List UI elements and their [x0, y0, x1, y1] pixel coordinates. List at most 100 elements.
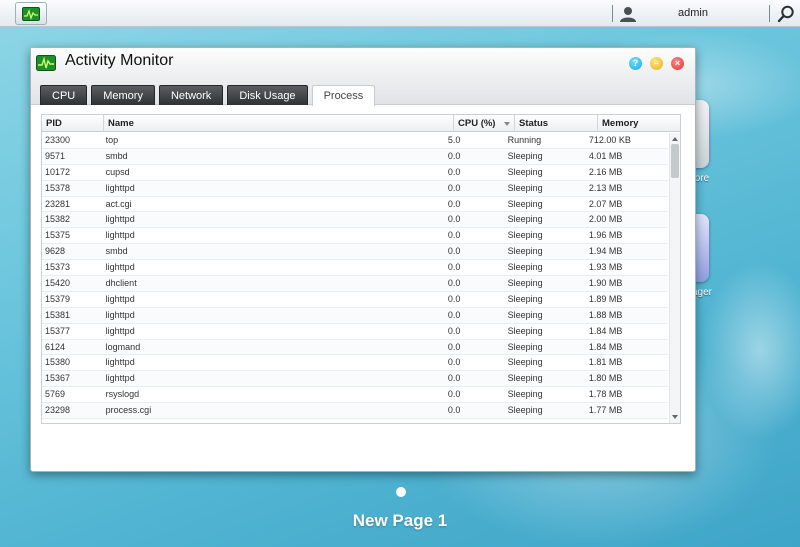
cell-status: Sleeping [507, 389, 543, 400]
help-icon[interactable]: ? [629, 57, 642, 70]
tab-disk-usage[interactable]: Disk Usage [227, 85, 308, 105]
window-title: Activity Monitor [65, 52, 174, 69]
cell-memory: 1.89 MB [588, 293, 623, 304]
cell-pid: 23298 [45, 405, 71, 416]
cell-memory: 2.13 MB [588, 182, 623, 193]
table-row[interactable]: 15381 lighttpd 0.0 Sleeping 1.88 MB [42, 307, 668, 324]
column-header-name[interactable]: Name [104, 115, 454, 132]
cell-pid: 10172 [45, 166, 71, 177]
cell-memory: 4.01 MB [588, 150, 623, 161]
cell-pid: 15381 [45, 309, 71, 320]
table-row[interactable]: 15375 lighttpd 0.0 Sleeping 1.96 MB [42, 228, 668, 245]
activity-monitor-window: Activity Monitor ? – × CPU Memory Networ… [30, 47, 696, 472]
cell-memory: 2.16 MB [588, 166, 623, 177]
cell-status: Sleeping [507, 182, 543, 193]
cell-status: Sleeping [507, 278, 543, 289]
cell-cpu: 0.0 [447, 262, 461, 273]
vertical-scrollbar[interactable] [669, 133, 680, 423]
minimize-icon[interactable]: – [650, 57, 663, 70]
cell-pid: 5769 [45, 389, 66, 400]
close-icon[interactable]: × [671, 57, 684, 70]
cell-cpu: 0.0 [447, 309, 461, 320]
table-row[interactable]: 15420 dhclient 0.0 Sleeping 1.90 MB [42, 276, 668, 292]
cell-name: lighttpd [105, 182, 135, 193]
column-header-pid[interactable]: PID [42, 115, 104, 132]
column-header-memory[interactable]: Memory [598, 115, 680, 132]
cell-status: Sleeping [507, 214, 543, 225]
cell-cpu: 0.0 [447, 246, 461, 257]
desktop-glow [700, 260, 800, 440]
page-label: New Page 1 [352, 511, 448, 530]
table-row[interactable]: 9571 smbd 0.0 Sleeping 4.01 MB [42, 148, 668, 165]
cell-name: rsyslogd [105, 389, 140, 400]
cell-status: Sleeping [507, 150, 543, 161]
scroll-up-icon[interactable] [672, 137, 678, 141]
cell-pid: 6124 [45, 341, 66, 352]
cell-cpu: 0.0 [447, 230, 461, 241]
cell-memory: 2.00 MB [588, 214, 623, 225]
table-row[interactable]: 15373 lighttpd 0.0 Sleeping 1.93 MB [42, 260, 668, 277]
cell-memory: 1.80 MB [588, 373, 623, 384]
cell-pid: 15373 [45, 262, 71, 273]
page-indicator-dot[interactable] [396, 487, 406, 497]
tab-cpu[interactable]: CPU [40, 85, 88, 105]
cell-status: Sleeping [507, 309, 543, 320]
window-header[interactable]: Activity Monitor ? – × CPU Memory Networ… [31, 48, 695, 106]
tab-network[interactable]: Network [158, 85, 224, 105]
table-row[interactable]: 15380 lighttpd 0.0 Sleeping 1.81 MB [42, 355, 668, 372]
sort-descending-icon [504, 122, 510, 126]
activity-monitor-icon [22, 6, 40, 21]
table-header: PID Name CPU (%) Status Memory [42, 115, 680, 132]
tab-process[interactable]: Process [311, 85, 376, 106]
cell-name: process.cgi [105, 405, 152, 416]
scrollbar-thumb[interactable] [671, 144, 679, 178]
cell-cpu: 0.0 [447, 278, 461, 289]
search-icon[interactable] [776, 4, 796, 24]
cell-pid: 15382 [45, 214, 71, 225]
table-row[interactable]: 6124 logmand 0.0 Sleeping 1.84 MB [42, 339, 668, 356]
cell-status: Running [507, 135, 542, 145]
username-label[interactable]: admin [678, 7, 708, 19]
cell-name: logmand [105, 341, 141, 352]
table-row[interactable]: 10172 cupsd 0.0 Sleeping 2.16 MB [42, 165, 668, 181]
cell-pid: 15378 [45, 182, 71, 193]
taskbar-activity-monitor-button[interactable] [15, 2, 47, 25]
table-row[interactable]: 23298 process.cgi 0.0 Sleeping 1.77 MB [42, 403, 668, 420]
table-row[interactable]: 5769 rsyslogd 0.0 Sleeping 1.78 MB [42, 387, 668, 404]
cell-status: Sleeping [507, 325, 543, 336]
scroll-down-icon[interactable] [672, 415, 678, 419]
cell-pid: 9628 [45, 246, 66, 257]
cell-memory: 1.81 MB [588, 357, 623, 368]
cell-cpu: 0.0 [447, 182, 461, 193]
cell-cpu: 0.0 [447, 405, 461, 416]
cell-memory: 712.00 KB [588, 135, 631, 145]
cell-name: lighttpd [105, 262, 135, 273]
table-row[interactable]: 15382 lighttpd 0.0 Sleeping 2.00 MB [42, 212, 668, 229]
table-row[interactable]: 9628 smbd 0.0 Sleeping 1.94 MB [42, 244, 668, 261]
table-row[interactable]: 23281 act.cgi 0.0 Sleeping 2.07 MB [42, 197, 668, 213]
cell-pid: 15420 [45, 278, 71, 289]
user-icon[interactable] [619, 5, 637, 23]
column-header-cpu[interactable]: CPU (%) [454, 115, 515, 132]
cell-pid: 9571 [45, 150, 66, 161]
cell-name: lighttpd [105, 357, 135, 368]
table-row[interactable]: 15378 lighttpd 0.0 Sleeping 2.13 MB [42, 180, 668, 197]
cell-pid: 15375 [45, 230, 71, 241]
table-row[interactable]: 15377 lighttpd 0.0 Sleeping 1.84 MB [42, 324, 668, 340]
table-row[interactable]: 23300 top 5.0 Running 712.00 KB [42, 133, 668, 149]
cell-status: Sleeping [507, 341, 543, 352]
cell-cpu: 0.0 [447, 150, 461, 161]
cell-pid: 15377 [45, 325, 71, 336]
cell-name: lighttpd [105, 373, 135, 384]
cell-name: lighttpd [105, 214, 135, 225]
cell-pid: 15380 [45, 357, 71, 368]
cell-name: lighttpd [105, 230, 135, 241]
table-row[interactable]: 15367 lighttpd 0.0 Sleeping 1.80 MB [42, 371, 668, 388]
cell-status: Sleeping [507, 166, 543, 177]
cell-cpu: 0.0 [447, 341, 461, 352]
tab-memory[interactable]: Memory [91, 85, 155, 105]
cell-pid: 15367 [45, 373, 71, 384]
column-header-status[interactable]: Status [515, 115, 598, 132]
table-row[interactable]: 15379 lighttpd 0.0 Sleeping 1.89 MB [42, 292, 668, 308]
cell-cpu: 5.0 [447, 135, 461, 145]
